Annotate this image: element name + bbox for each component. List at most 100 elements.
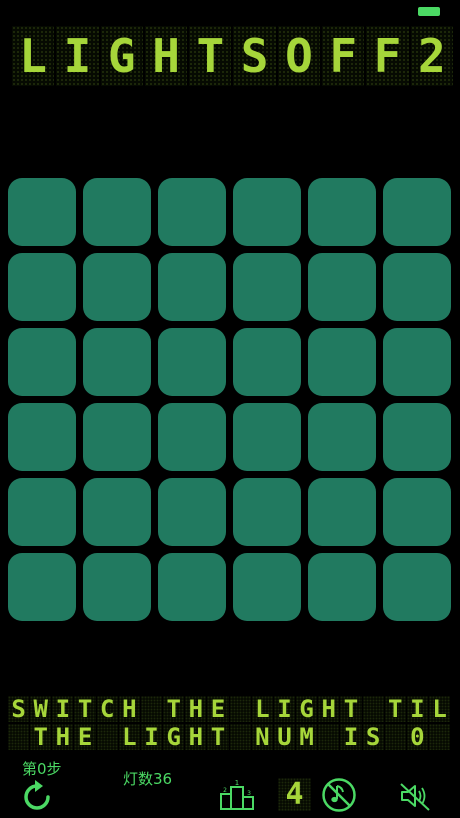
hint-char: L (251, 696, 273, 722)
title-char: L (12, 26, 55, 86)
light-tile[interactable] (383, 328, 451, 396)
light-tile[interactable] (158, 553, 226, 621)
light-tile[interactable] (83, 178, 151, 246)
hint-char: N (251, 724, 273, 750)
rank-icon[interactable]: 1 2 3 (220, 777, 254, 811)
light-tile[interactable] (308, 478, 376, 546)
light-tile[interactable] (233, 328, 301, 396)
hint-char: H (118, 696, 140, 722)
light-tile[interactable] (233, 553, 301, 621)
title-char: H (144, 26, 188, 86)
light-tile[interactable] (83, 553, 151, 621)
hint-char: I (340, 724, 362, 750)
hint-char (96, 724, 118, 750)
hint-char (428, 724, 451, 750)
music-off-icon[interactable] (321, 777, 357, 813)
svg-text:3: 3 (247, 790, 251, 797)
title-char: F (322, 26, 365, 86)
title-char: T (189, 26, 232, 86)
hint-char: E (74, 724, 96, 750)
hint-char: H (185, 724, 207, 750)
svg-text:2: 2 (223, 787, 227, 794)
hint-char: M (296, 724, 318, 750)
light-tile[interactable] (8, 478, 76, 546)
hint-char: T (207, 724, 229, 750)
light-tile[interactable] (158, 478, 226, 546)
title-char: S (233, 26, 276, 86)
hint-char: I (140, 724, 163, 750)
light-tile[interactable] (308, 328, 376, 396)
light-tile[interactable] (158, 403, 226, 471)
hint-char: C (96, 696, 118, 722)
light-tile[interactable] (308, 403, 376, 471)
hint-char: H (318, 696, 340, 722)
hint-char: H (185, 696, 207, 722)
light-tile[interactable] (233, 403, 301, 471)
light-tile[interactable] (308, 553, 376, 621)
title-char: F (366, 26, 409, 86)
light-tile[interactable] (383, 553, 451, 621)
light-tile[interactable] (158, 178, 226, 246)
hint-char: S (8, 696, 30, 722)
hint-char (140, 696, 163, 722)
light-tile[interactable] (83, 478, 151, 546)
light-tile[interactable] (233, 253, 301, 321)
light-tile[interactable] (158, 328, 226, 396)
light-tile[interactable] (8, 178, 76, 246)
hint-char (384, 724, 406, 750)
hint-char: G (163, 724, 185, 750)
hint-char (8, 724, 30, 750)
hint-char: E (207, 696, 229, 722)
battery-icon (418, 7, 440, 16)
light-tile[interactable] (8, 328, 76, 396)
svg-text:1: 1 (235, 779, 239, 787)
level-icon[interactable]: 4 (278, 778, 311, 811)
hint-char: 0 (406, 724, 428, 750)
light-tile[interactable] (8, 253, 76, 321)
hint-char (318, 724, 340, 750)
hint-char: T (340, 696, 362, 722)
light-tile[interactable] (233, 478, 301, 546)
sound-off-icon[interactable] (398, 779, 432, 813)
reset-icon[interactable] (18, 777, 56, 815)
hint-char: T (163, 696, 185, 722)
hint-char: T (384, 696, 406, 722)
hint-char: G (296, 696, 318, 722)
game-title: LIGHTSOFF2 (12, 26, 453, 86)
light-tile[interactable] (308, 253, 376, 321)
hint-char: H (52, 724, 74, 750)
hint-line-2: THE LIGHT NUM IS 0 (8, 724, 451, 750)
title-char: O (277, 26, 321, 86)
light-tile[interactable] (383, 253, 451, 321)
step-counter: 第0步 (22, 760, 62, 778)
hint-char: L (428, 696, 451, 722)
light-tile[interactable] (383, 403, 451, 471)
hint-char: S (362, 724, 384, 750)
light-tile[interactable] (83, 328, 151, 396)
light-tile[interactable] (308, 178, 376, 246)
light-tile[interactable] (233, 178, 301, 246)
light-tile[interactable] (83, 403, 151, 471)
hint-char (362, 696, 384, 722)
title-char: I (56, 26, 99, 86)
title-char: 2 (410, 26, 453, 86)
hint-char: I (273, 696, 296, 722)
light-tile[interactable] (383, 478, 451, 546)
light-tile[interactable] (8, 553, 76, 621)
light-board (8, 178, 451, 621)
hint-char (229, 696, 251, 722)
light-tile[interactable] (83, 253, 151, 321)
title-char: G (100, 26, 143, 86)
hint-char (229, 724, 251, 750)
hint-char: I (52, 696, 74, 722)
light-tile[interactable] (158, 253, 226, 321)
hint-char: W (30, 696, 52, 722)
hint-char: I (406, 696, 428, 722)
hint-char: L (118, 724, 140, 750)
light-tile[interactable] (383, 178, 451, 246)
hint-char: T (74, 696, 96, 722)
hint-char: T (30, 724, 52, 750)
lights-counter: 灯数36 (123, 770, 173, 788)
hint-line-1: SWITCH THE LIGHT TIL (8, 696, 451, 722)
light-tile[interactable] (8, 403, 76, 471)
